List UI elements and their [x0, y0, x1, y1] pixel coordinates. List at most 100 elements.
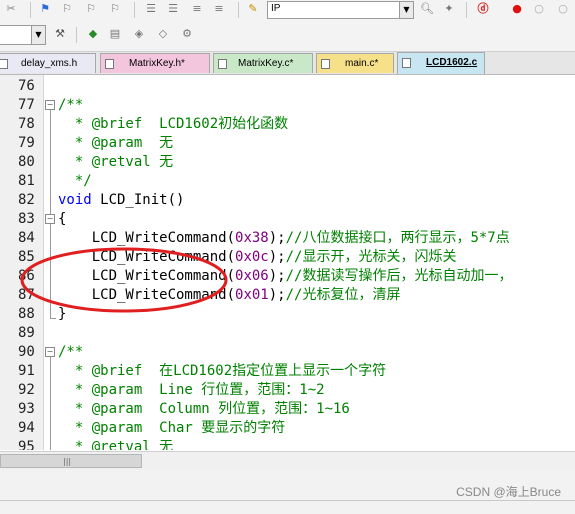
code-line: 89 — [0, 324, 575, 343]
line-number: 83 — [18, 211, 35, 227]
chevron-down-icon[interactable]: ▼ — [31, 26, 45, 44]
bookmark-clear-icon[interactable]: ⚐ — [108, 2, 122, 16]
wand-icon[interactable]: ⚒ — [53, 27, 67, 41]
code-line: 77 − /** — [0, 96, 575, 115]
debug-icon[interactable]: ⓓ — [476, 2, 490, 16]
keyword-void: void — [58, 192, 92, 208]
line-number: 79 — [18, 135, 35, 151]
code-text: void LCD_Init() — [58, 191, 184, 210]
code-line: 79 * @param 无 — [0, 134, 575, 153]
code-line: 91 * @brief 在LCD1602指定位置上显示一个字符 — [0, 362, 575, 381]
line-number: 76 — [18, 78, 35, 94]
target-icon[interactable]: ✎ — [246, 2, 260, 16]
code-line: 80 * @retval 无 — [0, 153, 575, 172]
code-text: * @retval 无 — [58, 439, 174, 450]
comment-icon[interactable]: ≡ — [190, 2, 204, 16]
tab-label: MatrixKey.c* — [238, 58, 294, 69]
flag-icon[interactable]: ⚑ — [38, 2, 52, 16]
code-text: * @brief LCD1602初始化函数 — [58, 116, 289, 132]
scissors-icon[interactable]: ✂ — [4, 2, 18, 16]
breakpoint-clear-icon[interactable]: ○ — [556, 2, 570, 16]
code-line: 94 * @param Char 要显示的字符 — [0, 419, 575, 438]
code-text: * @param Line 行位置，范围：1~2 — [58, 382, 325, 398]
file-icon — [218, 59, 227, 69]
function-call: LCD_WriteCommand( — [58, 230, 236, 246]
hex-literal: 0x01 — [235, 287, 269, 303]
tab-label: MatrixKey.h* — [129, 58, 185, 69]
find-icon[interactable]: 🔍︎ — [420, 2, 434, 16]
fold-toggle-icon[interactable]: − — [45, 347, 55, 357]
toolbar-separator — [134, 2, 135, 18]
chevron-down-icon[interactable]: ▼ — [399, 2, 413, 18]
code-text: * @brief 在LCD1602指定位置上显示一个字符 — [58, 363, 387, 379]
line-comment: //光标复位，清屏 — [285, 287, 401, 303]
line-number: 82 — [18, 192, 35, 208]
function-signature: LCD_Init() — [91, 192, 185, 208]
download-icon[interactable]: ◇ — [156, 27, 170, 41]
bookmark-prev-icon[interactable]: ⚐ — [60, 2, 74, 16]
diamond-icon[interactable]: ◈ — [132, 27, 146, 41]
options-icon[interactable]: ⚙ — [180, 27, 194, 41]
build-icon[interactable]: ◆ — [86, 27, 100, 41]
line-number: 77 — [18, 97, 35, 113]
hex-literal: 0x38 — [235, 230, 269, 246]
hex-literal: 0x0c — [235, 249, 269, 265]
line-number: 94 — [18, 420, 35, 436]
target-select[interactable]: IP ▼ — [267, 1, 414, 19]
horizontal-scrollbar[interactable]: ||| — [0, 451, 575, 470]
file-icon — [0, 59, 8, 69]
rebuild-icon[interactable]: ▤ — [108, 27, 122, 41]
tab-matrixkey-h[interactable]: MatrixKey.h* — [100, 53, 210, 73]
tab-delay-xms-h[interactable]: delay_xms.h — [0, 53, 96, 73]
project-select[interactable]: ▼ — [0, 25, 46, 45]
toolbar-separator — [238, 2, 239, 18]
line-number: 78 — [18, 116, 35, 132]
highlight-ellipse — [20, 247, 228, 313]
punctuation: ); — [268, 249, 286, 265]
breakpoint-disable-icon[interactable]: ○ — [532, 2, 546, 16]
outdent-icon[interactable]: ☰ — [166, 2, 180, 16]
code-line: 81 */ — [0, 172, 575, 191]
code-line: 76 — [0, 77, 575, 96]
scrollbar-thumb[interactable]: ||| — [0, 454, 142, 468]
code-line: 82 void LCD_Init() — [0, 191, 575, 210]
tab-label: delay_xms.h — [21, 58, 78, 69]
fold-toggle-icon[interactable]: − — [45, 100, 55, 110]
divider — [0, 500, 575, 501]
punctuation: ); — [268, 287, 286, 303]
line-number: 89 — [18, 325, 35, 341]
code-text: * @param Char 要显示的字符 — [58, 420, 286, 436]
find-in-files-icon[interactable]: ✦ — [442, 2, 456, 16]
uncomment-icon[interactable]: ≡ — [212, 2, 226, 16]
toolbar-separator — [466, 2, 467, 18]
code-editor[interactable]: 76 77 − /** 78 * @brief LCD1602初始化函数 79 … — [0, 75, 575, 450]
line-comment: //显示开，光标关，闪烁关 — [285, 249, 457, 265]
status-area: CSDN @海上Bruce — [0, 470, 575, 514]
tab-lcd1602-c[interactable]: LCD1602.c — [397, 52, 485, 74]
line-comment: //数据读写操作后，光标自动加一， — [285, 268, 513, 284]
line-number: 80 — [18, 154, 35, 170]
code-text: /** — [58, 344, 84, 360]
code-line: 90 − /** — [0, 343, 575, 362]
watermark: CSDN @海上Bruce — [456, 485, 561, 499]
line-comment: //八位数据接口，两行显示，5*7点 — [285, 230, 510, 246]
line-number: 93 — [18, 401, 35, 417]
line-number: 95 — [18, 439, 35, 450]
tab-main-c[interactable]: main.c* — [316, 53, 394, 73]
code-text: * @retval 无 — [58, 154, 174, 170]
file-icon — [105, 59, 114, 69]
fold-toggle-icon[interactable]: − — [45, 214, 55, 224]
tab-matrixkey-c[interactable]: MatrixKey.c* — [213, 53, 313, 73]
code-text: { — [58, 211, 67, 227]
toolbar-separator — [76, 27, 77, 43]
tab-label: main.c* — [345, 58, 379, 69]
punctuation: ); — [268, 268, 286, 284]
toolbar-separator — [30, 2, 31, 18]
breakpoint-icon[interactable]: ● — [510, 2, 524, 16]
indent-icon[interactable]: ☰ — [144, 2, 158, 16]
line-number: 90 — [18, 344, 35, 360]
code-line: 95 * @retval 无 — [0, 438, 575, 450]
bookmark-next-icon[interactable]: ⚐ — [84, 2, 98, 16]
toolbar-build: ▼ ⚒ ◆ ▤ ◈ ◇ ⚙ — [0, 20, 575, 52]
punctuation: ); — [268, 230, 286, 246]
